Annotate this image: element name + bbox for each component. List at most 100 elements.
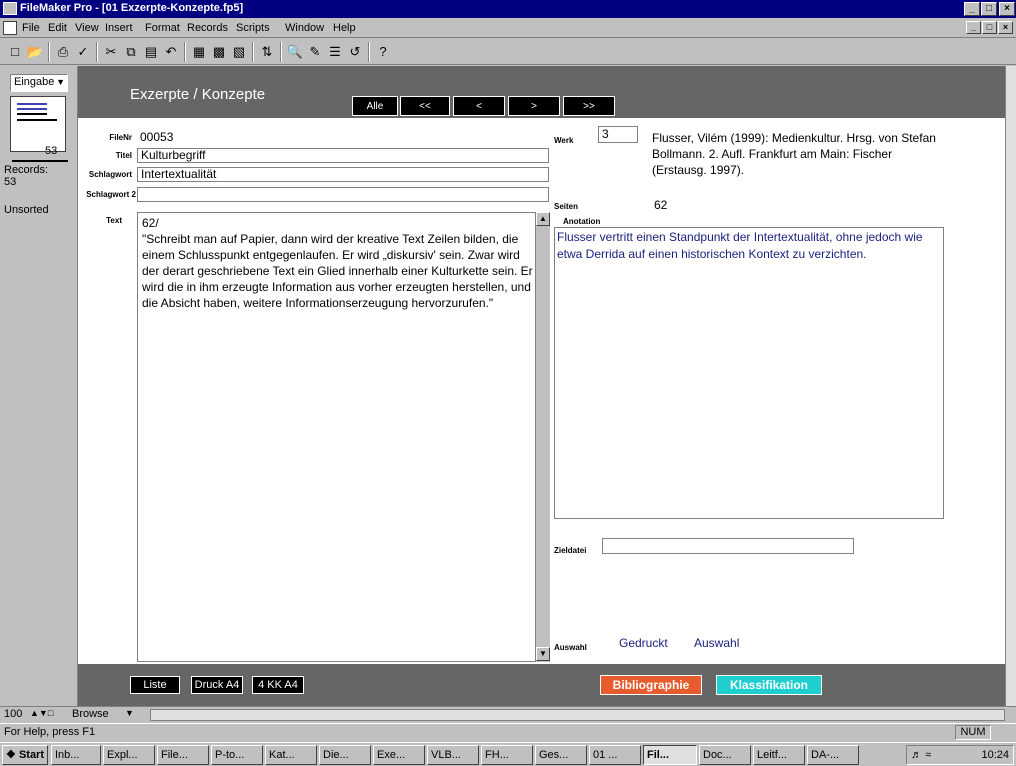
speaker-icon[interactable]: ♬: [911, 749, 922, 761]
task-filemaker-active[interactable]: Fil...: [643, 745, 697, 765]
show-all-icon[interactable]: ☰: [326, 43, 344, 61]
find-icon[interactable]: 🔍: [286, 43, 304, 61]
text-quote: "Schreibt man auf Papier, dann wird der …: [142, 232, 533, 310]
layout-title: Exzerpte / Konzepte: [130, 86, 266, 103]
nav-next-button[interactable]: >: [508, 96, 560, 116]
record-slider[interactable]: [12, 154, 68, 162]
filemaker-app-icon[interactable]: [3, 2, 17, 15]
help-icon[interactable]: ?: [374, 43, 392, 61]
cut-icon[interactable]: ✂: [102, 43, 120, 61]
kk-a4-button[interactable]: 4 KK A4: [252, 676, 304, 694]
druck-a4-button[interactable]: Druck A4: [191, 676, 243, 694]
windows-logo-icon: ❖: [6, 749, 16, 761]
layout-name: Eingabe: [14, 76, 55, 88]
nav-all-button[interactable]: Alle: [352, 96, 398, 116]
anotation-field[interactable]: Flusser vertritt einen Standpunkt der In…: [554, 227, 944, 519]
spellcheck-icon[interactable]: ✓: [74, 43, 92, 61]
task-file[interactable]: File...: [157, 745, 209, 765]
menu-view[interactable]: View: [75, 22, 99, 34]
task-ges[interactable]: Ges...: [535, 745, 587, 765]
menu-format[interactable]: Format: [145, 22, 180, 34]
task-inbox[interactable]: Inb...: [51, 745, 101, 765]
task-01[interactable]: 01 ...: [589, 745, 641, 765]
undo-icon[interactable]: ↶: [162, 43, 180, 61]
task-explorer[interactable]: Expl...: [103, 745, 155, 765]
open-icon[interactable]: 📂: [26, 43, 44, 61]
menu-edit[interactable]: Edit: [48, 22, 67, 34]
werk-field[interactable]: 3: [598, 126, 638, 143]
mode-selector[interactable]: Browse: [72, 708, 109, 720]
document-icon[interactable]: [3, 21, 17, 35]
omit-icon[interactable]: ✎: [306, 43, 324, 61]
nav-first-button[interactable]: <<: [400, 96, 450, 116]
bibliographie-button[interactable]: Bibliographie: [600, 675, 702, 695]
book-icon[interactable]: [10, 96, 66, 152]
print-icon[interactable]: ⎙: [54, 43, 72, 61]
chevron-down-icon[interactable]: ▼: [125, 708, 134, 718]
text-scrollbar[interactable]: ▲ ▼: [535, 212, 550, 662]
task-doc[interactable]: Doc...: [699, 745, 751, 765]
schlagwort-field[interactable]: Intertextualität: [137, 167, 549, 182]
copy-icon[interactable]: ⧉: [122, 43, 140, 61]
paste-icon[interactable]: ▤: [142, 43, 160, 61]
scroll-up-icon[interactable]: ▲: [536, 212, 550, 226]
task-exe[interactable]: Exe...: [373, 745, 425, 765]
records-label: Records:: [4, 164, 49, 176]
zieldatei-label: Zieldatei: [554, 546, 587, 555]
klassifikation-button[interactable]: Klassifikation: [716, 675, 822, 695]
auswahl-option-auswahl[interactable]: Auswahl: [694, 636, 739, 650]
menu-help[interactable]: Help: [333, 22, 356, 34]
menu-insert[interactable]: Insert: [105, 22, 133, 34]
record-layout: Exzerpte / Konzepte Alle << < > >> FileN…: [78, 66, 1005, 706]
new-record-icon[interactable]: ▦: [190, 43, 208, 61]
nav-previous-button[interactable]: <: [453, 96, 505, 116]
task-pto[interactable]: P-to...: [211, 745, 263, 765]
clock[interactable]: 10:24: [981, 746, 1009, 764]
task-vlb[interactable]: VLB...: [427, 745, 479, 765]
werk-label: Werk: [554, 136, 574, 145]
maximize-button[interactable]: □: [981, 2, 997, 16]
status-area: Eingabe ▼ 53 Records: 53 Unsorted: [0, 66, 78, 706]
auswahl-option-gedruckt[interactable]: Gedruckt: [619, 636, 668, 650]
duplicate-record-icon[interactable]: ▩: [210, 43, 228, 61]
nav-last-button[interactable]: >>: [563, 96, 615, 116]
auswahl-label: Auswahl: [554, 643, 587, 652]
menu-scripts[interactable]: Scripts: [236, 22, 270, 34]
window-title: FileMaker Pro - [01 Exzerpte-Konzepte.fp…: [20, 2, 244, 14]
delete-record-icon[interactable]: ▧: [230, 43, 248, 61]
menu-bar: File Edit View Insert Format Records Scr…: [0, 18, 1016, 38]
start-button[interactable]: ❖ Start: [2, 745, 48, 765]
task-die[interactable]: Die...: [319, 745, 371, 765]
sort-status: Unsorted: [4, 204, 49, 216]
vertical-scrollbar[interactable]: [1005, 66, 1016, 706]
task-kat[interactable]: Kat...: [265, 745, 317, 765]
menu-records[interactable]: Records: [187, 22, 228, 34]
close-button[interactable]: ×: [999, 2, 1015, 16]
menu-window[interactable]: Window: [285, 22, 324, 34]
replace-icon[interactable]: ↺: [346, 43, 364, 61]
network-icon[interactable]: ≈: [925, 749, 931, 761]
toolbar-separator: [48, 42, 50, 62]
schlagwort2-field[interactable]: [137, 187, 549, 202]
minimize-button[interactable]: _: [964, 2, 980, 16]
zoom-icon[interactable]: ▲▼□: [30, 708, 53, 718]
sort-icon[interactable]: ⇅: [258, 43, 276, 61]
seiten-value[interactable]: 62: [654, 198, 667, 212]
menu-file[interactable]: File: [22, 22, 40, 34]
filenr-value[interactable]: 00053: [140, 130, 173, 144]
text-field[interactable]: 62/ "Schreibt man auf Papier, dann wird …: [137, 212, 549, 662]
task-da[interactable]: DA-...: [807, 745, 859, 765]
liste-button[interactable]: Liste: [130, 676, 180, 694]
layout-dropdown[interactable]: Eingabe ▼: [10, 74, 68, 92]
horizontal-scrollbar[interactable]: [150, 709, 1005, 721]
titel-field[interactable]: Kulturbegriff: [137, 148, 549, 163]
zieldatei-field[interactable]: [602, 538, 854, 554]
task-fh[interactable]: FH...: [481, 745, 533, 765]
task-leitf[interactable]: Leitf...: [753, 745, 805, 765]
document-close-button[interactable]: ×: [998, 21, 1013, 34]
document-minimize-button[interactable]: _: [966, 21, 981, 34]
new-icon[interactable]: □: [6, 43, 24, 61]
document-restore-button[interactable]: □: [982, 21, 997, 34]
help-hint: For Help, press F1: [4, 726, 96, 738]
scroll-down-icon[interactable]: ▼: [536, 647, 550, 661]
